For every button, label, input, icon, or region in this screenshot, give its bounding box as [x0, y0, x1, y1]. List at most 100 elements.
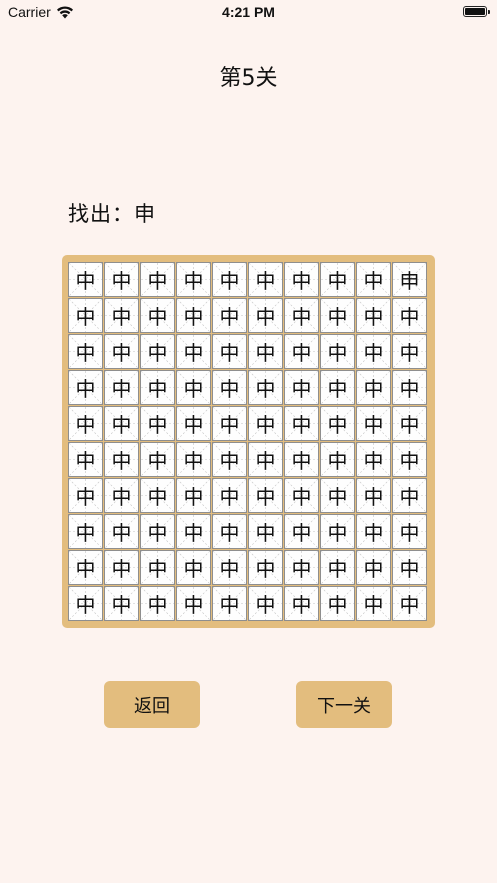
grid-cell[interactable]: 中 [284, 298, 319, 333]
grid-cell[interactable]: 中 [284, 406, 319, 441]
grid-cell[interactable]: 中 [248, 586, 283, 621]
grid-cell[interactable]: 中 [176, 550, 211, 585]
grid-cell[interactable]: 中 [392, 442, 427, 477]
grid-cell[interactable]: 中 [68, 370, 103, 405]
grid-cell[interactable]: 中 [104, 370, 139, 405]
grid-cell[interactable]: 中 [140, 406, 175, 441]
grid-cell[interactable]: 中 [212, 406, 247, 441]
grid-cell[interactable]: 中 [356, 586, 391, 621]
grid-cell[interactable]: 中 [248, 262, 283, 297]
grid-cell[interactable]: 中 [248, 406, 283, 441]
grid-cell[interactable]: 中 [140, 442, 175, 477]
grid-cell[interactable]: 中 [320, 586, 355, 621]
grid-cell[interactable]: 中 [68, 262, 103, 297]
grid-cell[interactable]: 中 [68, 550, 103, 585]
grid-cell[interactable]: 中 [104, 550, 139, 585]
grid-cell[interactable]: 中 [392, 406, 427, 441]
grid-cell[interactable]: 中 [140, 298, 175, 333]
grid-cell[interactable]: 中 [284, 478, 319, 513]
grid-cell[interactable]: 中 [176, 334, 211, 369]
grid-cell[interactable]: 中 [176, 406, 211, 441]
grid-cell[interactable]: 中 [392, 370, 427, 405]
grid-cell[interactable]: 中 [248, 514, 283, 549]
grid-cell[interactable]: 中 [320, 334, 355, 369]
grid-cell[interactable]: 中 [104, 262, 139, 297]
grid-cell[interactable]: 中 [68, 334, 103, 369]
grid-cell[interactable]: 申 [392, 262, 427, 297]
grid-cell[interactable]: 中 [212, 262, 247, 297]
back-button[interactable]: 返回 [104, 681, 200, 728]
grid-cell[interactable]: 中 [284, 262, 319, 297]
grid-cell[interactable]: 中 [212, 550, 247, 585]
grid-cell[interactable]: 中 [68, 442, 103, 477]
grid-cell[interactable]: 中 [104, 478, 139, 513]
grid-cell[interactable]: 中 [320, 262, 355, 297]
grid-cell[interactable]: 中 [248, 370, 283, 405]
grid-cell[interactable]: 中 [104, 334, 139, 369]
grid-cell[interactable]: 中 [248, 334, 283, 369]
grid-cell[interactable]: 中 [212, 334, 247, 369]
grid-cell[interactable]: 中 [320, 550, 355, 585]
grid-cell[interactable]: 中 [140, 514, 175, 549]
grid-cell[interactable]: 中 [212, 586, 247, 621]
grid-cell[interactable]: 中 [356, 478, 391, 513]
grid-cell[interactable]: 中 [392, 298, 427, 333]
grid-cell[interactable]: 中 [392, 550, 427, 585]
grid-cell[interactable]: 中 [176, 514, 211, 549]
grid-cell[interactable]: 中 [140, 370, 175, 405]
grid-cell[interactable]: 中 [356, 334, 391, 369]
grid-cell[interactable]: 中 [176, 586, 211, 621]
grid-cell[interactable]: 中 [140, 550, 175, 585]
grid-cell[interactable]: 中 [248, 550, 283, 585]
grid-cell[interactable]: 中 [68, 478, 103, 513]
grid-cell[interactable]: 中 [68, 406, 103, 441]
grid-cell[interactable]: 中 [104, 406, 139, 441]
grid-cell[interactable]: 中 [104, 514, 139, 549]
grid-cell[interactable]: 中 [104, 586, 139, 621]
next-level-button[interactable]: 下一关 [296, 681, 392, 728]
grid-cell[interactable]: 中 [392, 514, 427, 549]
grid-cell[interactable]: 中 [176, 370, 211, 405]
grid-cell[interactable]: 中 [284, 514, 319, 549]
grid-cell[interactable]: 中 [320, 406, 355, 441]
grid-cell[interactable]: 中 [248, 478, 283, 513]
grid-cell[interactable]: 中 [68, 586, 103, 621]
grid-cell[interactable]: 中 [176, 298, 211, 333]
grid-cell[interactable]: 中 [104, 298, 139, 333]
grid-cell[interactable]: 中 [140, 334, 175, 369]
grid-cell[interactable]: 中 [140, 262, 175, 297]
grid-cell[interactable]: 中 [356, 442, 391, 477]
grid-cell[interactable]: 中 [356, 298, 391, 333]
grid-cell[interactable]: 中 [212, 478, 247, 513]
grid-cell[interactable]: 中 [104, 442, 139, 477]
grid-cell[interactable]: 中 [356, 514, 391, 549]
grid-cell[interactable]: 中 [284, 442, 319, 477]
grid-cell[interactable]: 中 [212, 514, 247, 549]
grid-cell[interactable]: 中 [248, 442, 283, 477]
grid-cell[interactable]: 中 [68, 298, 103, 333]
grid-cell[interactable]: 中 [176, 478, 211, 513]
grid-cell[interactable]: 中 [392, 586, 427, 621]
grid-cell[interactable]: 中 [212, 298, 247, 333]
grid-cell[interactable]: 中 [320, 298, 355, 333]
grid-cell[interactable]: 中 [392, 478, 427, 513]
grid-cell[interactable]: 中 [284, 550, 319, 585]
grid-cell[interactable]: 中 [320, 514, 355, 549]
grid-cell[interactable]: 中 [68, 514, 103, 549]
grid-cell[interactable]: 中 [248, 298, 283, 333]
grid-cell[interactable]: 中 [284, 334, 319, 369]
grid-cell[interactable]: 中 [284, 586, 319, 621]
grid-cell[interactable]: 中 [320, 478, 355, 513]
grid-cell[interactable]: 中 [356, 370, 391, 405]
grid-cell[interactable]: 中 [356, 550, 391, 585]
grid-cell[interactable]: 中 [284, 370, 319, 405]
grid-cell[interactable]: 中 [356, 262, 391, 297]
grid-cell[interactable]: 中 [176, 262, 211, 297]
grid-cell[interactable]: 中 [140, 586, 175, 621]
grid-cell[interactable]: 中 [320, 442, 355, 477]
grid-cell[interactable]: 中 [356, 406, 391, 441]
grid-cell[interactable]: 中 [212, 442, 247, 477]
grid-cell[interactable]: 中 [176, 442, 211, 477]
grid-cell[interactable]: 中 [392, 334, 427, 369]
grid-cell[interactable]: 中 [320, 370, 355, 405]
